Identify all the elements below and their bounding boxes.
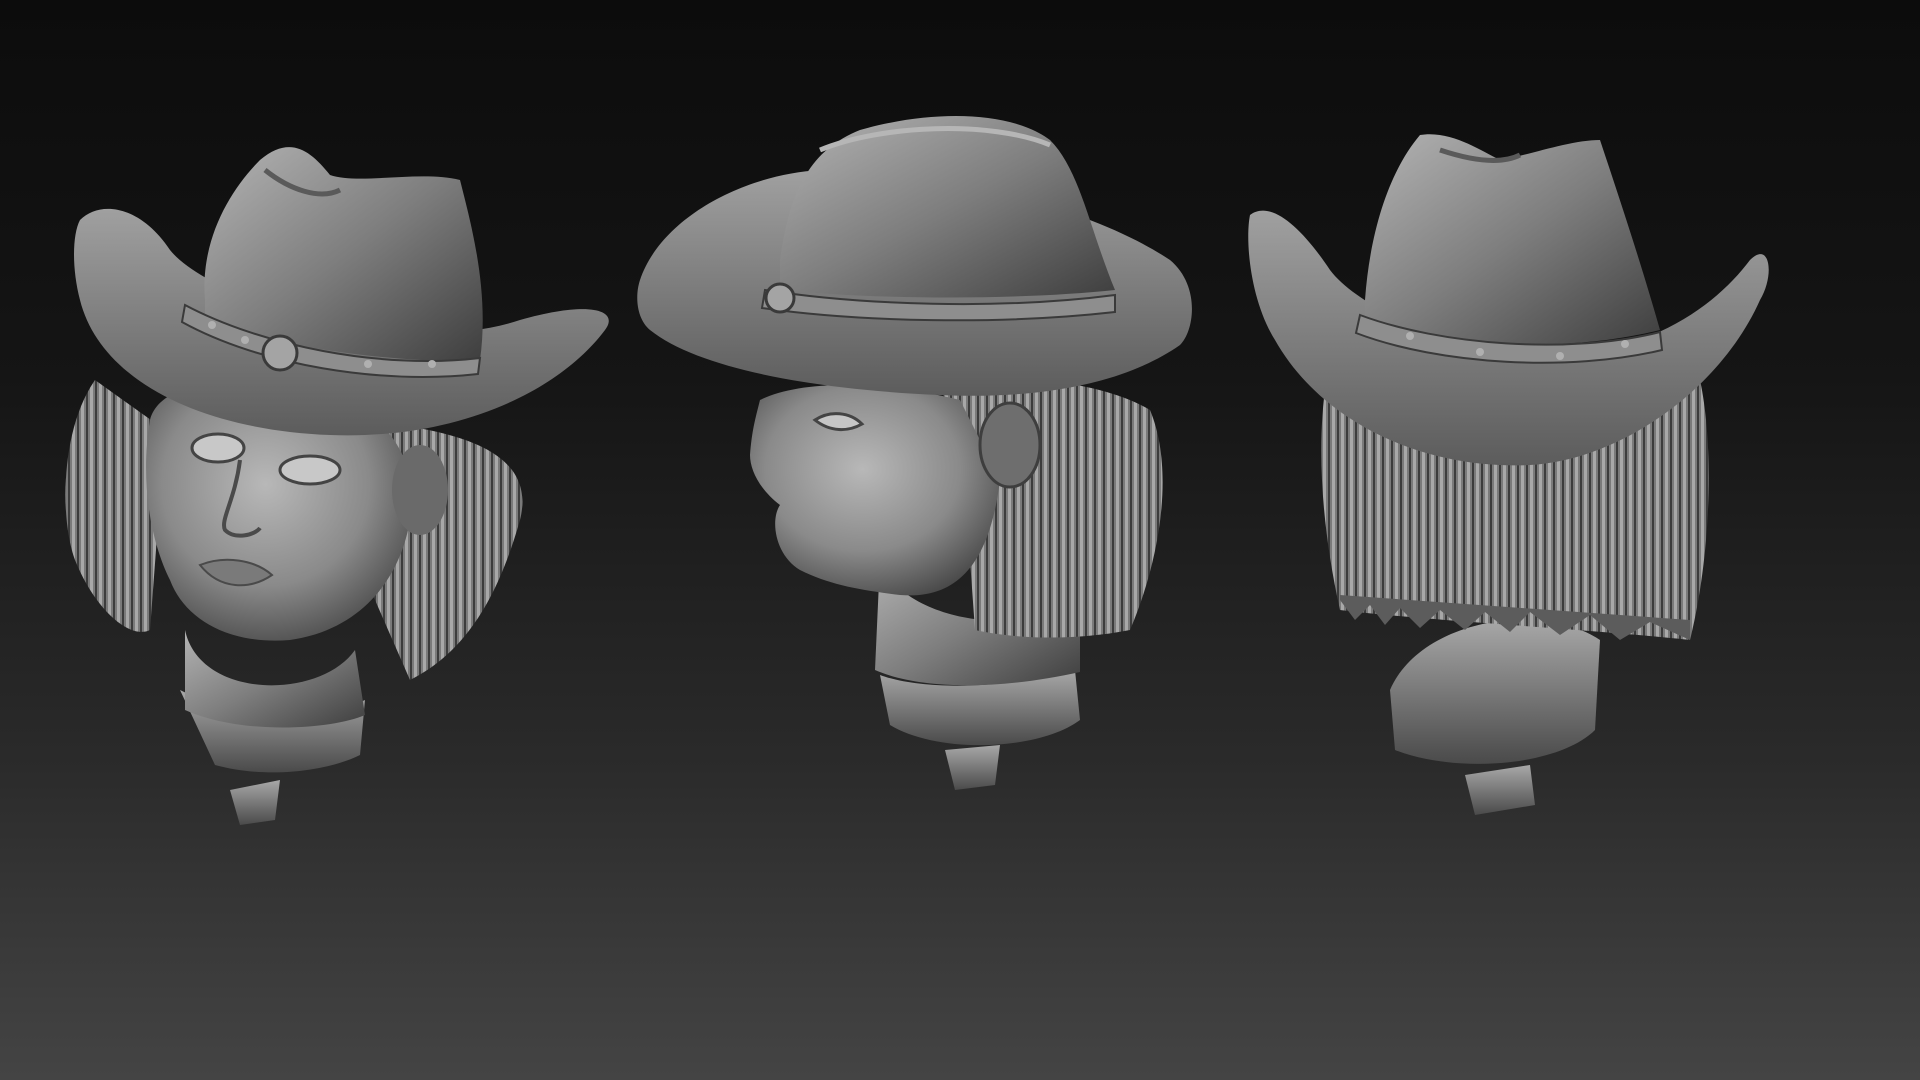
band-stud: [1476, 348, 1484, 356]
hat-crown: [204, 147, 483, 361]
hat-crown: [780, 116, 1115, 298]
model-front-three-quarter: [65, 147, 609, 825]
hat-concho: [261, 334, 299, 372]
bust: [1390, 619, 1600, 764]
base-stand: [945, 745, 1000, 790]
band-stud: [364, 360, 372, 368]
neck: [185, 630, 365, 728]
sculpt-viewport: [0, 0, 1920, 1080]
base-stand: [230, 780, 280, 825]
band-stud: [241, 336, 249, 344]
left-eye: [190, 432, 246, 464]
base-stand: [1465, 765, 1535, 815]
face: [750, 385, 1000, 596]
band-stud: [1406, 332, 1414, 340]
band-stud: [208, 321, 216, 329]
sculpt-canvas: [65, 116, 1769, 825]
band-stud: [1556, 352, 1564, 360]
ear: [392, 445, 448, 535]
model-back: [1248, 134, 1769, 815]
hat-concho: [764, 282, 796, 314]
ear: [978, 401, 1042, 489]
right-eye: [278, 454, 342, 486]
band-stud: [428, 360, 436, 368]
band-stud: [1621, 340, 1629, 348]
model-side-profile: [637, 116, 1192, 790]
hat-crown: [1365, 134, 1660, 345]
